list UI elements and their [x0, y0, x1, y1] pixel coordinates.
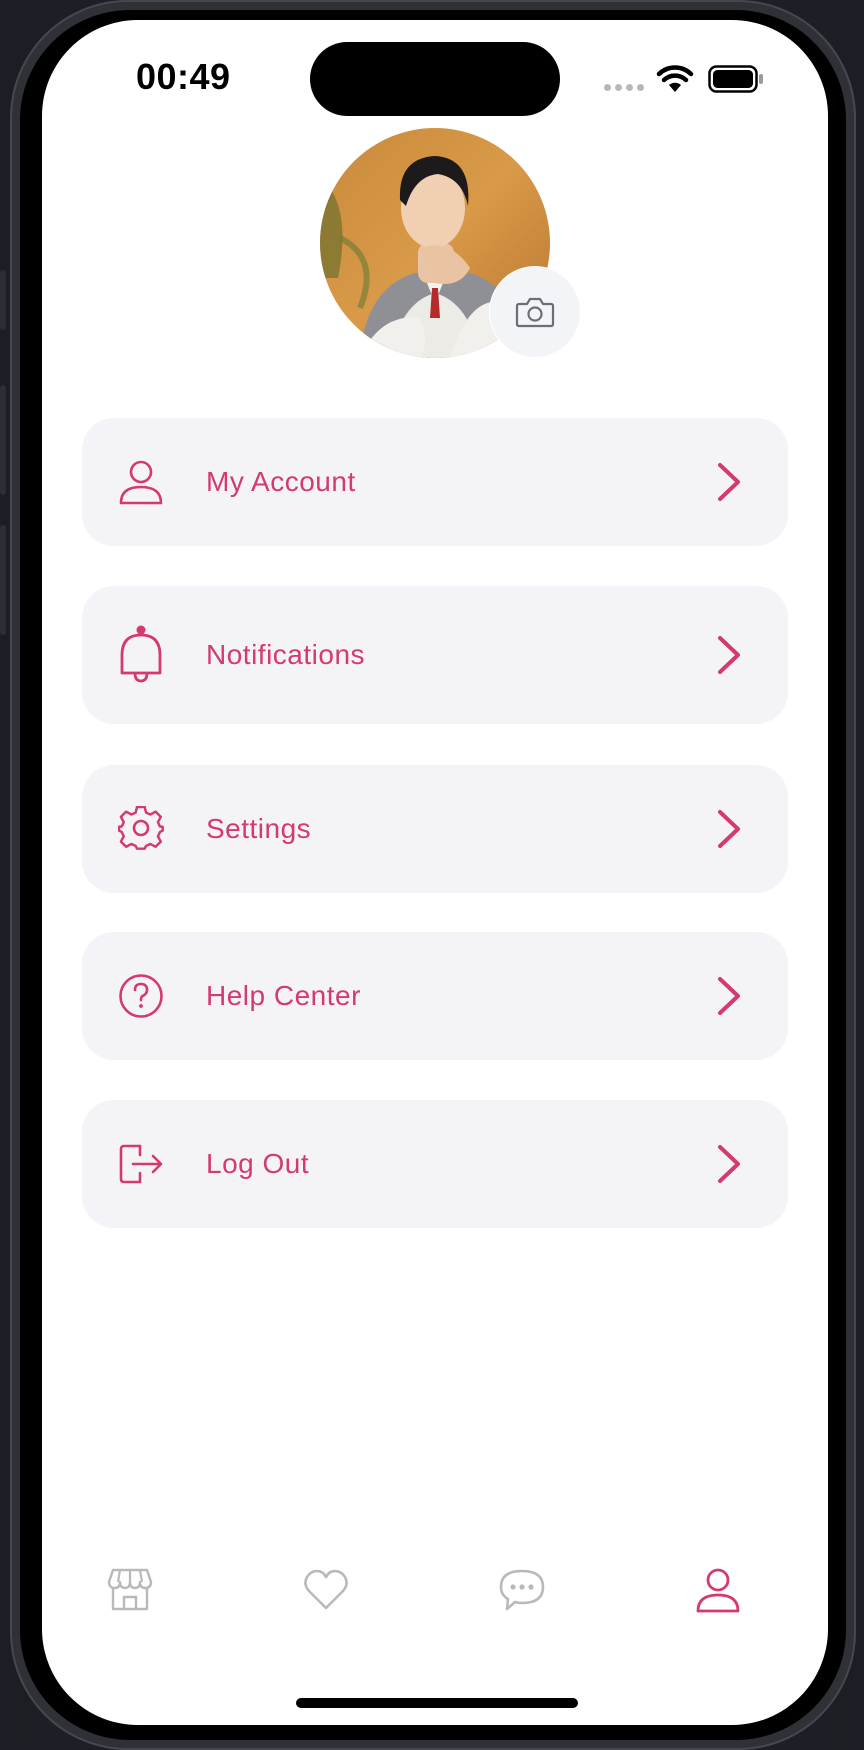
logout-icon [118, 1141, 164, 1187]
user-icon [118, 459, 164, 505]
menu-item-notifications[interactable]: Notifications [82, 586, 788, 724]
chevron-right-icon [718, 810, 740, 848]
question-circle-icon [118, 973, 164, 1019]
shop-icon [107, 1568, 153, 1611]
menu-item-my-account[interactable]: My Account [82, 418, 788, 546]
change-photo-button[interactable] [490, 267, 580, 357]
dynamic-island [310, 42, 560, 116]
chevron-right-icon [718, 1145, 740, 1183]
phone-side-button [0, 525, 6, 635]
menu-item-settings[interactable]: Settings [82, 765, 788, 893]
battery-icon [708, 65, 763, 93]
wifi-icon [656, 65, 694, 92]
home-indicator[interactable] [296, 1698, 578, 1708]
tab-favorites[interactable] [296, 1560, 356, 1620]
app-screen: 00:49 My Account Notifications Settings … [42, 20, 828, 1725]
heart-icon [304, 1569, 348, 1610]
chevron-right-icon [718, 636, 740, 674]
bell-icon [118, 625, 164, 683]
menu-label: Help Center [206, 980, 361, 1011]
bottom-tab-bar [42, 1560, 828, 1660]
menu-label: Notifications [206, 639, 366, 670]
tab-shop[interactable] [100, 1560, 160, 1620]
tab-chat[interactable] [492, 1560, 552, 1620]
gear-icon [118, 806, 164, 852]
cellular-signal-icon [604, 84, 644, 91]
phone-side-button [0, 270, 6, 330]
user-icon [696, 1568, 740, 1613]
camera-icon [515, 297, 555, 328]
menu-item-log-out[interactable]: Log Out [82, 1100, 788, 1228]
chevron-right-icon [718, 977, 740, 1015]
menu-label: My Account [206, 466, 356, 497]
tab-profile[interactable] [688, 1560, 748, 1620]
status-time: 00:49 [136, 56, 231, 97]
menu-item-help-center[interactable]: Help Center [82, 932, 788, 1060]
phone-side-button [0, 385, 6, 495]
menu-label: Log Out [206, 1148, 310, 1179]
chevron-right-icon [718, 463, 740, 501]
chat-icon [499, 1569, 545, 1611]
menu-label: Settings [206, 813, 312, 844]
